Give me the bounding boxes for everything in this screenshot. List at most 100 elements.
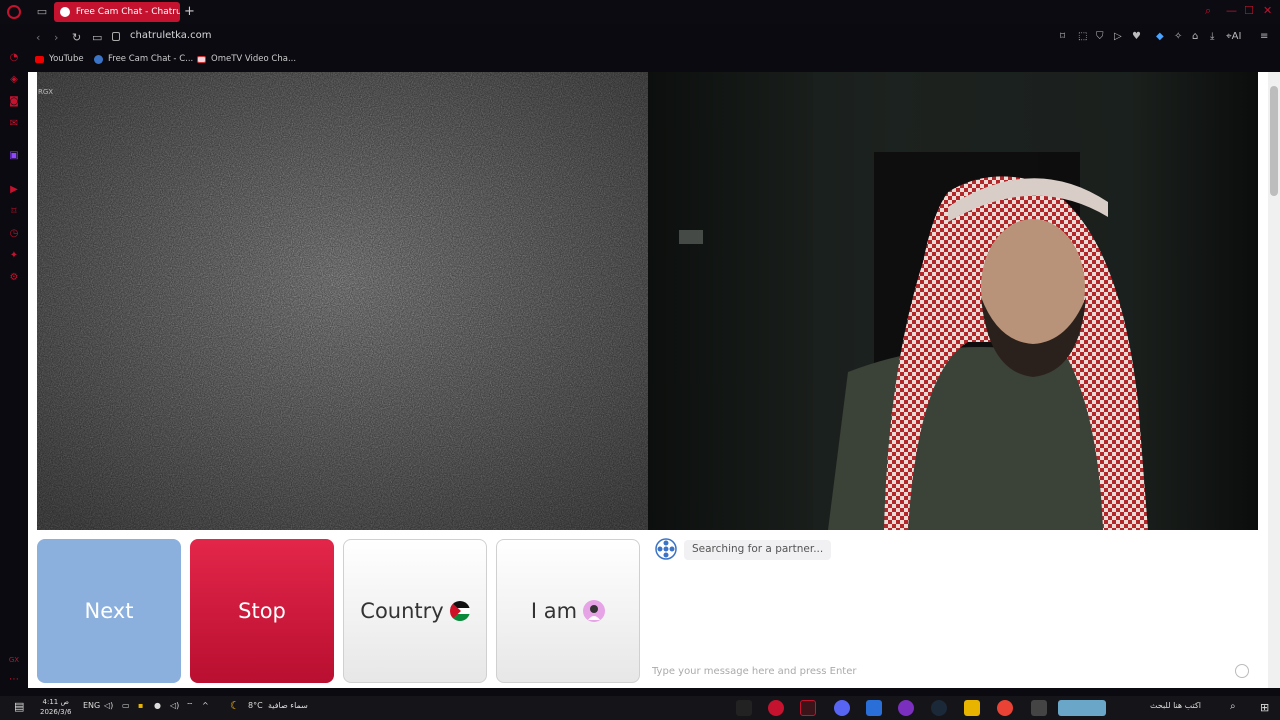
emoji-icon[interactable] [1235, 664, 1249, 678]
sidebar-history-icon[interactable]: ◷ [8, 228, 20, 240]
chat-status-message: Searching for a partner... [684, 540, 832, 560]
taskbar-app-icon[interactable] [736, 700, 752, 716]
taskbar-chrome-icon[interactable] [997, 700, 1013, 716]
app-tray-icon[interactable]: ▪ [138, 701, 143, 710]
sidebar-instagram-icon[interactable]: ◙ [8, 96, 20, 108]
search-tabs-icon[interactable]: ⌕ [1205, 4, 1211, 18]
new-tab-button[interactable]: + [184, 4, 195, 19]
clock-time: 4:11 ص [42, 698, 69, 706]
taskbar-store-icon[interactable] [866, 700, 882, 716]
search-box-placeholder[interactable]: اكتب هنا للبحث [1150, 701, 1201, 710]
self-camera-video [648, 72, 1258, 530]
start-button-icon[interactable]: ⊞ [1260, 701, 1269, 714]
taskbar-opera-gx-active-icon[interactable] [800, 700, 816, 716]
tab-title: Free Cam Chat - Chatru [75, 7, 180, 17]
bookmark-free-cam-chat[interactable]: Free Cam Chat - C... [94, 54, 193, 64]
sidebar-gx-icon[interactable]: GX [8, 654, 20, 666]
easy-setup-icon[interactable]: ≡ [1260, 31, 1268, 42]
tab-active[interactable]: Free Cam Chat - Chatru [54, 2, 180, 22]
minimize-icon[interactable]: — [1226, 4, 1237, 17]
bookmark-youtube[interactable]: YouTube [35, 54, 84, 64]
moon-weather-icon: ☾ [230, 699, 240, 712]
browser-sidebar: ◔ ◈ ◙ ✉ ▣ ▶ ⌑ ◷ ✦ ⚙ GX ⋯ [0, 24, 28, 696]
taskbar-explorer-icon[interactable] [964, 700, 980, 716]
language-indicator[interactable]: ENG [83, 701, 100, 710]
bookmark-ometv[interactable]: OmeTV Video Cha... [197, 54, 296, 64]
taskbar-discord-icon[interactable] [834, 700, 850, 716]
camera-icon[interactable]: ▭ [92, 31, 102, 44]
snapshot-icon[interactable]: ⌑ [1060, 31, 1065, 42]
webcam-person-image [648, 72, 1258, 530]
male-avatar-icon [583, 600, 606, 622]
sidebar-twitch-icon[interactable]: ▣ [8, 150, 20, 162]
sidebar-speed-dial-icon[interactable]: ◔ [8, 52, 20, 64]
mic-icon[interactable]: ● [154, 701, 161, 710]
opera-logo-icon[interactable] [7, 5, 21, 19]
url-field[interactable]: chatruletka.com [130, 30, 211, 41]
network-icon[interactable]: ▭ [122, 701, 130, 710]
lock-icon [112, 32, 120, 41]
chatruletka-logo-icon [655, 538, 677, 560]
i-am-button[interactable]: I am [496, 539, 640, 683]
taskbar-steam-icon[interactable] [931, 700, 947, 716]
taskbar-opera-icon[interactable] [768, 700, 784, 716]
sidebar-player-icon[interactable]: ▶ [8, 184, 20, 196]
speaker-icon[interactable]: ◁) [104, 701, 113, 710]
bookmarks-bar: YouTube Free Cam Chat - C... OmeTV Video… [28, 51, 1280, 69]
scrollbar-thumb[interactable] [1270, 86, 1278, 196]
search-icon[interactable]: ⌕ [1230, 701, 1236, 712]
youtube-icon [35, 55, 44, 63]
tab-favicon-icon [60, 7, 70, 17]
sidebar-extensions-icon[interactable]: ✦ [8, 250, 20, 262]
partner-video-static [37, 72, 648, 530]
clock-date: 2026/3/6 [40, 708, 72, 716]
bookmark-label: Free Cam Chat - C... [108, 54, 194, 64]
shield-icon[interactable]: ⛉ [1096, 31, 1104, 42]
back-icon[interactable]: ‹ [36, 31, 40, 44]
aria-ai-icon[interactable]: ⌖AI [1226, 31, 1241, 42]
volume-icon[interactable]: ◁) [170, 701, 179, 710]
reload-icon[interactable]: ↻ [72, 31, 81, 44]
download-icon[interactable]: ⤓ [1210, 31, 1214, 42]
wifi-icon[interactable]: ⌔ [186, 701, 194, 711]
wallet-icon[interactable]: ⌂ [1192, 31, 1198, 42]
country-button[interactable]: Country [343, 539, 487, 683]
close-window-icon[interactable]: ✕ [1263, 4, 1272, 17]
video-noise-pattern [37, 72, 648, 530]
sidebar-messenger-icon[interactable]: ◈ [8, 74, 20, 86]
screenshot-icon[interactable]: ⬚ [1078, 31, 1087, 42]
extension-icon[interactable]: ✧ [1174, 31, 1182, 42]
taskbar-clock[interactable]: 4:11 ص 2026/3/6 [40, 697, 71, 717]
next-label: Next [84, 599, 134, 623]
sidebar-more-icon[interactable]: ⋯ [8, 674, 20, 686]
sidebar-bookmarks-icon[interactable]: ⌑ [8, 206, 20, 218]
message-input[interactable] [652, 662, 1232, 680]
tab-menu-icon[interactable]: ▭ [35, 5, 49, 19]
address-bar: ‹ › ↻ ▭ chatruletka.com ⌑ ⬚ ⛉ ▷ ♥ ◆ ✧ ⌂ … [28, 24, 1280, 50]
stop-label: Stop [238, 599, 286, 623]
windows-taskbar: ▤ ENG ◁) ▭ ▪ ● ◁) ⌔ ^ ☾ 8°C سماء صافية ا… [0, 696, 1280, 720]
bookmark-label: OmeTV Video Cha... [211, 54, 297, 64]
chatruletka-icon [94, 54, 103, 64]
tray-expand-icon[interactable]: ^ [202, 701, 209, 710]
sidebar-settings-icon[interactable]: ⚙ [8, 272, 20, 284]
ometv-icon [197, 55, 206, 63]
maximize-icon[interactable]: ☐ [1244, 4, 1254, 17]
browser-tab-strip: ▭ Free Cam Chat - Chatru + ⌕ — ☐ ✕ [0, 0, 1280, 24]
taskbar-task-view-icon[interactable] [1031, 700, 1047, 716]
weather-text[interactable]: سماء صافية [268, 701, 308, 710]
notification-center-icon[interactable]: ▤ [14, 700, 24, 713]
video-popout-icon[interactable]: ▷ [1114, 31, 1122, 42]
taskbar-app2-icon[interactable] [898, 700, 914, 716]
heart-icon[interactable]: ♥ [1132, 31, 1141, 42]
vpn-icon[interactable]: ◆ [1156, 31, 1164, 42]
watermark-label: RGX [38, 88, 54, 96]
stop-button[interactable]: Stop [190, 539, 334, 683]
jordan-flag-icon [449, 601, 470, 621]
taskbar-search-highlight-image[interactable] [1058, 700, 1106, 716]
forward-icon[interactable]: › [54, 31, 58, 44]
i-am-label: I am [530, 599, 578, 623]
next-button[interactable]: Next [37, 539, 181, 683]
sidebar-gmail-icon[interactable]: ✉ [8, 118, 20, 130]
weather-temp[interactable]: 8°C [248, 701, 263, 710]
